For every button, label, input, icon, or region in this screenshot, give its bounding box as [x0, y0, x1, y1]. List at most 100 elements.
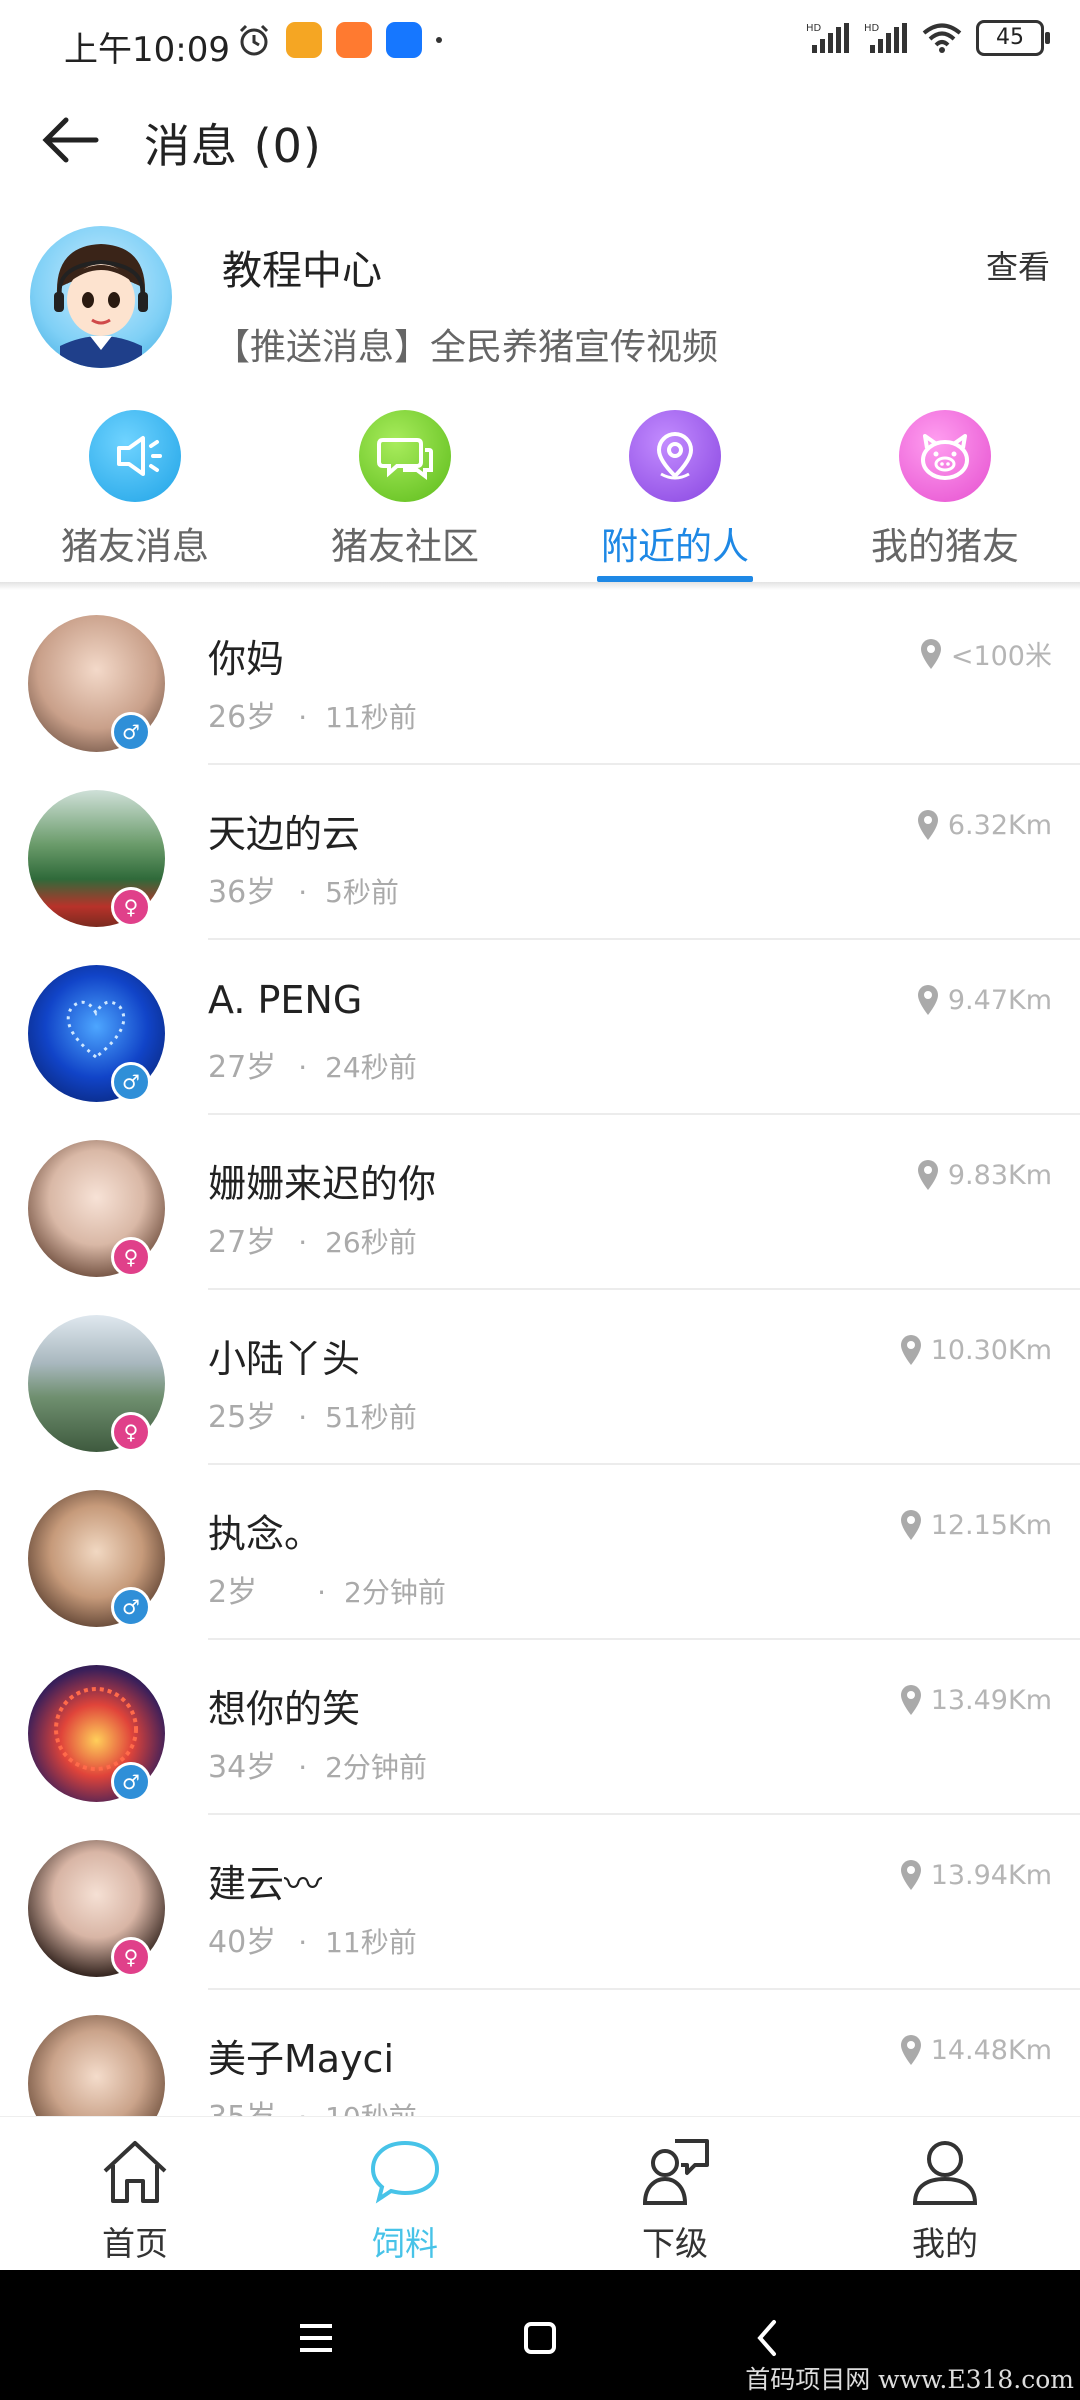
location-pin-icon — [917, 810, 938, 840]
male-gender-icon: ♂ — [111, 1587, 151, 1627]
nav-me[interactable]: 我的 — [810, 2127, 1080, 2267]
svg-text:HD: HD — [806, 23, 822, 34]
location-pin-icon — [629, 410, 721, 502]
tab-label: 我的猪友 — [871, 525, 1019, 568]
distance: 9.83Km — [916, 1159, 1052, 1191]
user-name: 你妈 — [208, 637, 285, 681]
user-name: 天边的云 — [208, 812, 361, 856]
user-meta: 36岁 · 5秒前 — [208, 875, 399, 910]
list-item[interactable]: ♂ 你妈 26岁 · 11秒前 <100米 — [0, 590, 1080, 765]
menu-icon[interactable] — [286, 2308, 346, 2368]
list-item[interactable]: ♀ 天边的云 36岁 · 5秒前 6.32Km — [0, 765, 1080, 940]
system-navigation-bar: 首码项目网 www.E318.com — [0, 2270, 1080, 2400]
user-meta: 35岁·10秒前 — [208, 2092, 417, 2116]
user-meta: 27岁 · 24秒前 — [208, 1050, 417, 1085]
list-item[interactable]: ♀ 建云〰 40岁 · 11秒前 13.94Km — [0, 1815, 1080, 1990]
location-pin-icon — [900, 1510, 921, 1540]
male-gender-icon: ♂ — [111, 1762, 151, 1802]
bottom-navigation: 首页 饲料 下级 我的 — [0, 2116, 1080, 2271]
watermark: 首码项目网 www.E318.com — [745, 2365, 1074, 2394]
nav-feed[interactable]: 饲料 — [270, 2127, 540, 2267]
nav-subordinates[interactable]: 下级 — [540, 2127, 810, 2267]
signal-icon-2: HD — [864, 23, 907, 53]
user-meta: 40岁 · 11秒前 — [208, 1925, 417, 1960]
status-right: HD HD 45 — [806, 20, 1050, 56]
list-item[interactable]: ♂ 执念。 2岁 · 2分钟前 12.15Km — [0, 1465, 1080, 1640]
male-gender-icon: ♂ — [111, 712, 151, 752]
distance: 9.47Km — [916, 984, 1052, 1016]
female-gender-icon: ♀ — [111, 887, 151, 927]
location-pin-icon — [900, 1685, 921, 1715]
location-pin-icon — [920, 638, 941, 669]
chat-icon — [370, 2140, 440, 2204]
user-meta: 25岁 · 51秒前 — [208, 1400, 417, 1435]
alipay-icon — [386, 22, 422, 58]
tutorial-center-item[interactable]: 教程中心 【推送消息】全民养猪宣传视频 查看 — [0, 210, 1080, 385]
back-chevron-icon[interactable] — [738, 2308, 798, 2368]
battery-icon: 45 — [976, 20, 1050, 56]
tab-my-pig-friends[interactable]: 我的猪友 — [810, 400, 1080, 585]
back-arrow-icon[interactable] — [38, 110, 108, 170]
user-meta: 2岁 · 2分钟前 — [208, 1575, 446, 1610]
distance: <100米 — [919, 634, 1052, 673]
status-bar: 上午10:09 HD HD 45 — [0, 0, 1080, 90]
distance: 13.49Km — [899, 1684, 1052, 1716]
pig-face-icon — [899, 410, 991, 502]
user-meta: 26岁 · 11秒前 — [208, 700, 417, 735]
avatar — [28, 2015, 165, 2116]
category-tabs: 猪友消息 猪友社区 附近的人 我的猪友 — [0, 400, 1080, 585]
user-name: A. PENG — [208, 978, 363, 1022]
nav-label: 我的 — [912, 2224, 978, 2263]
distance: 12.15Km — [899, 1509, 1052, 1541]
tab-label: 猪友消息 — [61, 525, 209, 568]
user-name: 姗姗来迟的你 — [208, 1162, 437, 1206]
user-name: 美子Mayci — [208, 2037, 395, 2081]
tabs-divider — [0, 582, 1080, 590]
svg-text:HD: HD — [864, 23, 880, 34]
distance: 10.30Km — [899, 1334, 1052, 1366]
location-pin-icon — [900, 2035, 921, 2065]
user-meta: 34岁 · 2分钟前 — [208, 1750, 427, 1785]
female-gender-icon: ♀ — [111, 1237, 151, 1277]
user-meta: 27岁 · 26秒前 — [208, 1225, 417, 1260]
shopping-app-icon — [336, 22, 372, 58]
nav-home[interactable]: 首页 — [0, 2127, 270, 2267]
tab-label: 附近的人 — [601, 525, 749, 568]
tutorial-subtitle: 【推送消息】全民养猪宣传视频 — [214, 327, 719, 368]
female-gender-icon: ♀ — [111, 1937, 151, 1977]
nearby-people-list[interactable]: ♂ 你妈 26岁 · 11秒前 <100米 ♀ 天边的云 36岁 · 5秒前 6.32K… — [0, 590, 1080, 2116]
nav-label: 饲料 — [372, 2224, 438, 2263]
female-gender-icon: ♀ — [111, 1412, 151, 1452]
home-square-icon[interactable] — [510, 2308, 570, 2368]
list-item[interactable]: ♂ A. PENG 27岁 · 24秒前 9.47Km — [0, 940, 1080, 1115]
tab-pig-friend-community[interactable]: 猪友社区 — [270, 400, 540, 585]
megaphone-icon — [89, 410, 181, 502]
tab-pig-friend-messages[interactable]: 猪友消息 — [0, 400, 270, 585]
chat-bubbles-icon — [359, 410, 451, 502]
tab-label: 猪友社区 — [331, 525, 479, 568]
page-title: 消息 (0) — [144, 119, 322, 173]
contacts-icon — [642, 2139, 709, 2205]
distance: 14.48Km — [899, 2034, 1052, 2066]
list-item[interactable]: ♀ 小陆丫头 25岁 · 51秒前 10.30Km — [0, 1290, 1080, 1465]
list-item[interactable]: 美子Mayci 35岁·10秒前 14.48Km — [0, 1990, 1080, 2116]
distance: 13.94Km — [899, 1859, 1052, 1891]
male-gender-icon: ♂ — [111, 1062, 151, 1102]
location-pin-icon — [900, 1860, 921, 1890]
tab-nearby-people[interactable]: 附近的人 — [540, 400, 810, 585]
alarm-clock-icon — [239, 24, 269, 56]
distance: 6.32Km — [916, 809, 1052, 841]
nav-label: 下级 — [642, 2224, 708, 2263]
status-time: 上午10:09 — [64, 30, 230, 70]
message-app-icon — [286, 22, 322, 58]
home-icon — [103, 2141, 167, 2203]
list-item[interactable]: ♀ 姗姗来迟的你 27岁 · 26秒前 9.83Km — [0, 1115, 1080, 1290]
header: 消息 (0) — [0, 90, 1080, 195]
view-button[interactable]: 查看 — [986, 242, 1050, 288]
list-item[interactable]: ♂ 想你的笑 34岁 · 2分钟前 13.49Km — [0, 1640, 1080, 1815]
profile-icon — [912, 2141, 978, 2205]
user-name: 想你的笑 — [208, 1687, 361, 1731]
location-pin-icon — [917, 985, 938, 1015]
tutorial-avatar — [30, 226, 172, 368]
nav-label: 首页 — [102, 2224, 168, 2263]
